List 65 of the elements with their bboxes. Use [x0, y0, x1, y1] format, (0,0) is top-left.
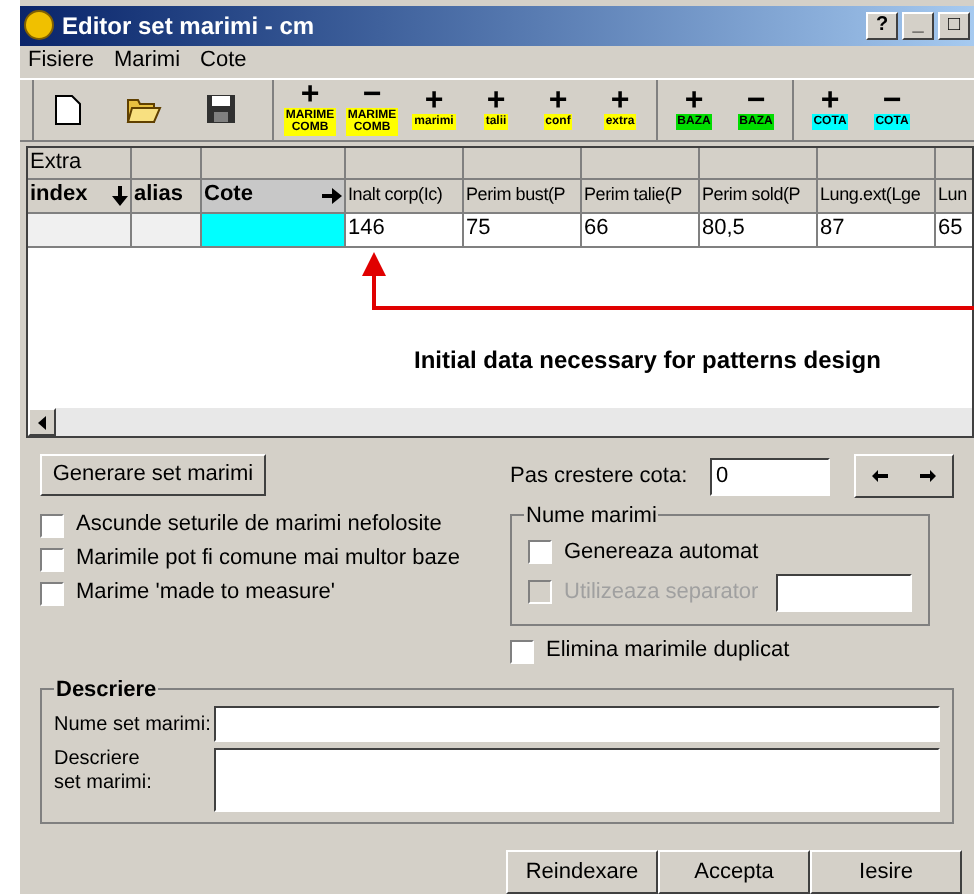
- field-label: Nume set marimi:: [54, 711, 206, 739]
- checkbox[interactable]: [40, 513, 64, 537]
- description-field[interactable]: [214, 748, 940, 812]
- column-header[interactable]: Lung.ext(Lge: [818, 179, 936, 214]
- checkbox-label: Ascunde seturile de marimi nefolosite: [76, 510, 442, 541]
- column-header[interactable]: alias: [132, 179, 202, 214]
- column-header[interactable]: Perim sold(P: [700, 179, 818, 214]
- menu-item[interactable]: Cote: [200, 44, 247, 78]
- checkbox[interactable]: [528, 540, 552, 564]
- header-cell: [818, 147, 936, 180]
- checkbox-label: Elimina marimile duplicat: [546, 636, 790, 667]
- open-folder-icon[interactable]: [126, 94, 162, 125]
- checkbox[interactable]: [40, 547, 64, 571]
- header-cell: [464, 147, 582, 180]
- right-arrow-icon: [322, 187, 342, 204]
- table-cell: [132, 213, 202, 248]
- checkbox-label: Genereaza automat: [564, 537, 759, 568]
- window-title: Editor set marimi - cm: [62, 9, 317, 44]
- scroll-left-button[interactable]: [28, 408, 56, 436]
- checkbox-label: Marime 'made to measure': [76, 578, 336, 609]
- header-cell: [346, 147, 464, 180]
- left-arrow-icon: [872, 470, 888, 482]
- menu-item[interactable]: Fisiere: [28, 44, 95, 78]
- dialog-button[interactable]: Reindexare: [506, 850, 658, 894]
- column-header[interactable]: Perim bust(P: [464, 179, 582, 214]
- menu-item[interactable]: Marimi: [114, 44, 181, 78]
- table-cell: 80,5: [700, 213, 818, 248]
- header-cell: [132, 147, 202, 180]
- header-cell: [582, 147, 700, 180]
- checkbox[interactable]: [40, 581, 64, 605]
- checkbox-label: Marimile pot fi comune mai multor baze: [76, 544, 460, 575]
- group-header: Extra: [28, 147, 132, 180]
- window-button[interactable]: ?: [866, 11, 898, 40]
- step-field[interactable]: 0: [710, 457, 830, 495]
- dialog-button[interactable]: Iesire: [810, 850, 962, 894]
- column-header[interactable]: Cote: [204, 178, 322, 212]
- column-header[interactable]: Lun: [936, 179, 972, 214]
- header-cell: [700, 147, 818, 180]
- table-cell: 65: [936, 213, 972, 248]
- down-arrow-icon: [112, 185, 128, 206]
- right-arrow-icon: [920, 470, 936, 482]
- checkbox[interactable]: [510, 639, 534, 663]
- column-header[interactable]: Perim talie(P: [582, 179, 700, 214]
- column-header[interactable]: Inalt corp(Ic): [346, 179, 464, 214]
- separator-field[interactable]: [776, 573, 912, 611]
- save-icon[interactable]: [206, 94, 236, 125]
- table-cell: 66: [582, 213, 700, 248]
- generate-button[interactable]: Generare set marimi: [40, 454, 266, 496]
- window-button[interactable]: _: [902, 11, 934, 40]
- table-cell: 87: [818, 213, 936, 248]
- column-header[interactable]: index: [30, 178, 112, 212]
- annotation-text: Initial data necessary for patterns design: [414, 344, 881, 378]
- window-button[interactable]: □: [938, 11, 970, 40]
- name-field[interactable]: [214, 706, 940, 742]
- app-logo-icon: [24, 10, 54, 41]
- table-cell: 146: [346, 213, 464, 248]
- navigation-button[interactable]: [854, 454, 954, 498]
- left-triangle-icon: [38, 415, 46, 429]
- dialog-button[interactable]: Accepta: [658, 850, 810, 894]
- selected-cell[interactable]: [202, 213, 346, 248]
- field-label: Descriere set marimi:: [54, 748, 154, 796]
- new-file-icon[interactable]: [54, 93, 82, 126]
- table-cell: 75: [464, 213, 582, 248]
- field-label: Pas crestere cota:: [510, 461, 690, 492]
- horizontal-scrollbar[interactable]: [28, 408, 972, 436]
